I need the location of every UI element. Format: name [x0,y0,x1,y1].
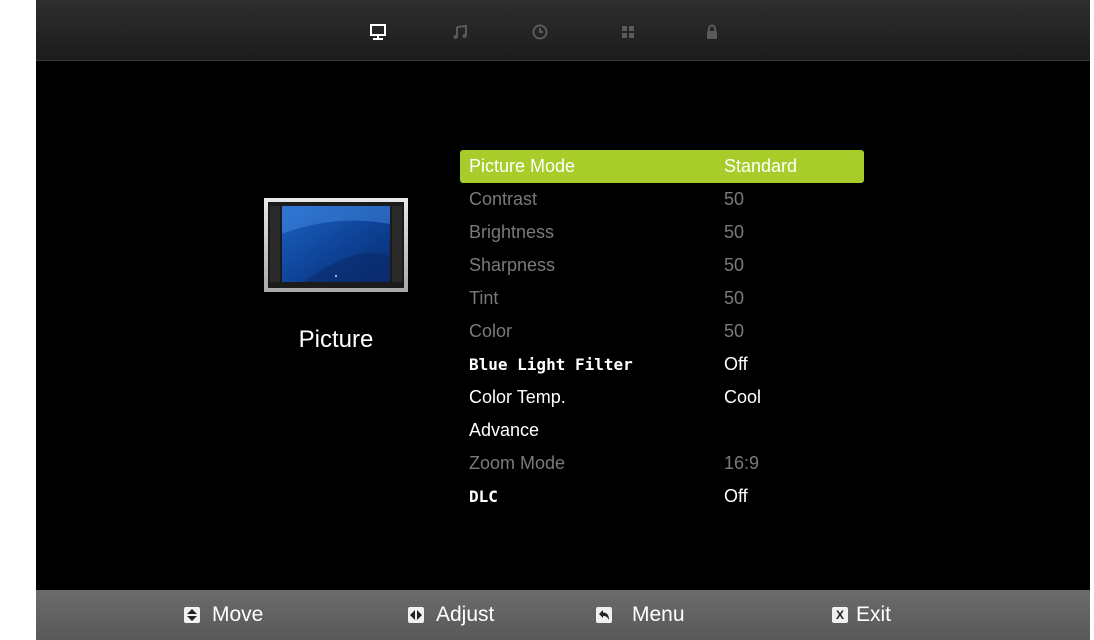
category-tab-bar [36,0,1090,61]
menu-item-blue-light-filter[interactable]: Blue Light Filter Off [460,348,864,381]
menu-item-zoom-mode[interactable]: Zoom Mode 16:9 [460,447,864,480]
menu-item-value: Off [724,486,748,506]
hint-adjust-label: Adjust [436,603,495,626]
menu-item-label: Blue Light Filter [469,355,633,374]
hint-menu: Menu [596,590,685,640]
menu-item-dlc[interactable]: DLC Off [460,480,864,513]
menu-item-value: Standard [724,156,798,176]
return-icon [596,607,612,623]
tv-illustration [264,198,408,292]
tab-setup[interactable] [616,20,640,44]
tv-screen: Picture Picture Mode Standard Contrast 5… [36,0,1090,640]
menu-item-label: Contrast [469,189,538,209]
tab-lock[interactable] [700,20,724,44]
hint-exit-label: Exit [856,603,892,626]
settings-menu: Picture Mode Standard Contrast 50 Bright… [460,150,864,513]
left-right-arrows-icon [408,607,424,623]
menu-item-label: Advance [469,420,540,440]
menu-item-label: Brightness [469,222,555,242]
menu-item-value: 16:9 [724,453,760,473]
menu-item-value: Cool [724,387,762,407]
menu-item-sharpness[interactable]: Sharpness 50 [460,249,864,282]
tab-picture[interactable] [366,20,390,44]
clock-icon [532,24,548,40]
x-key-label: X [835,608,844,622]
x-key-icon: X [832,607,848,623]
hint-adjust: Adjust [408,590,494,640]
menu-item-label: Zoom Mode [469,453,566,473]
menu-item-value: 50 [724,321,745,341]
key-hint-bar: Move Adjust Menu X Exit [36,590,1090,640]
menu-item-value: 50 [724,222,745,242]
music-note-icon [453,24,467,39]
menu-item-value: 50 [724,189,745,209]
tab-sound[interactable] [448,20,472,44]
menu-item-label: DLC [469,487,498,506]
hint-menu-label: Menu [632,603,685,626]
hint-move: Move [184,590,263,640]
hint-move-label: Move [212,603,264,626]
menu-item-color-temp[interactable]: Color Temp. Cool [460,381,864,414]
menu-item-label: Picture Mode [469,156,576,176]
menu-item-brightness[interactable]: Brightness 50 [460,216,864,249]
grid-icon [622,26,634,38]
hint-exit: X Exit [832,590,891,640]
menu-item-picture-mode[interactable]: Picture Mode Standard [460,150,864,183]
menu-item-label: Color [469,321,513,341]
menu-item-advance[interactable]: Advance [460,414,864,447]
menu-item-value: Off [724,354,748,374]
menu-item-tint[interactable]: Tint 50 [460,282,864,315]
menu-item-label: Tint [469,288,499,308]
menu-item-value: 50 [724,255,745,275]
monitor-icon [370,24,386,40]
lock-icon [707,24,717,39]
category-title: Picture [298,326,374,353]
menu-item-color[interactable]: Color 50 [460,315,864,348]
menu-item-value: 50 [724,288,745,308]
menu-item-contrast[interactable]: Contrast 50 [460,183,864,216]
up-down-arrows-icon [184,607,200,623]
menu-item-label: Sharpness [469,255,556,275]
tab-time[interactable] [528,20,552,44]
menu-item-label: Color Temp. [469,387,566,407]
